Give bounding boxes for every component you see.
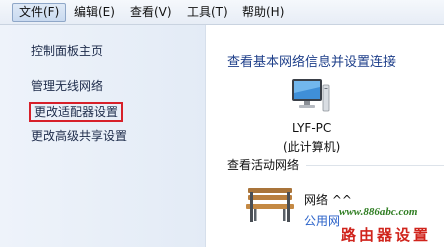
sidebar-item-manage-wireless[interactable]: 管理无线网络 <box>31 79 103 93</box>
sidebar: 控制面板主页 管理无线网络 更改适配器设置 更改高级共享设置 <box>0 25 206 247</box>
sidebar-item-advanced-sharing[interactable]: 更改高级共享设置 <box>31 129 127 143</box>
menu-view[interactable]: 查看(V) <box>124 3 178 22</box>
computer-icon[interactable] <box>290 77 330 113</box>
page-title: 查看基本网络信息并设置连接 <box>227 55 397 70</box>
sidebar-item-change-adapter-settings[interactable]: 更改适配器设置 <box>29 102 124 122</box>
sidebar-item-control-panel-home[interactable]: 控制面板主页 <box>31 44 103 58</box>
bench-icon[interactable] <box>244 184 296 224</box>
computer-subtitle: (此计算机) <box>283 140 341 154</box>
watermark-text: 路由器设置 <box>341 226 432 244</box>
section-divider <box>306 165 444 166</box>
menu-help[interactable]: 帮助(H) <box>236 3 290 22</box>
menu-file[interactable]: 文件(F) <box>12 3 67 22</box>
computer-name: LYF-PC <box>292 121 332 135</box>
menu-edit[interactable]: 编辑(E) <box>68 3 121 22</box>
network-sharing-window: 文件(F) 编辑(E) 查看(V) 工具(T) 帮助(H) 控制面板主页 管理无… <box>0 0 444 247</box>
menu-tools[interactable]: 工具(T) <box>181 3 234 22</box>
menu-bar: 文件(F) 编辑(E) 查看(V) 工具(T) 帮助(H) <box>0 0 444 25</box>
active-networks-label: 查看活动网络 <box>227 158 300 172</box>
network-type-link[interactable]: 公用网 <box>304 212 340 229</box>
watermark-url: www.886abc.com <box>339 206 418 218</box>
